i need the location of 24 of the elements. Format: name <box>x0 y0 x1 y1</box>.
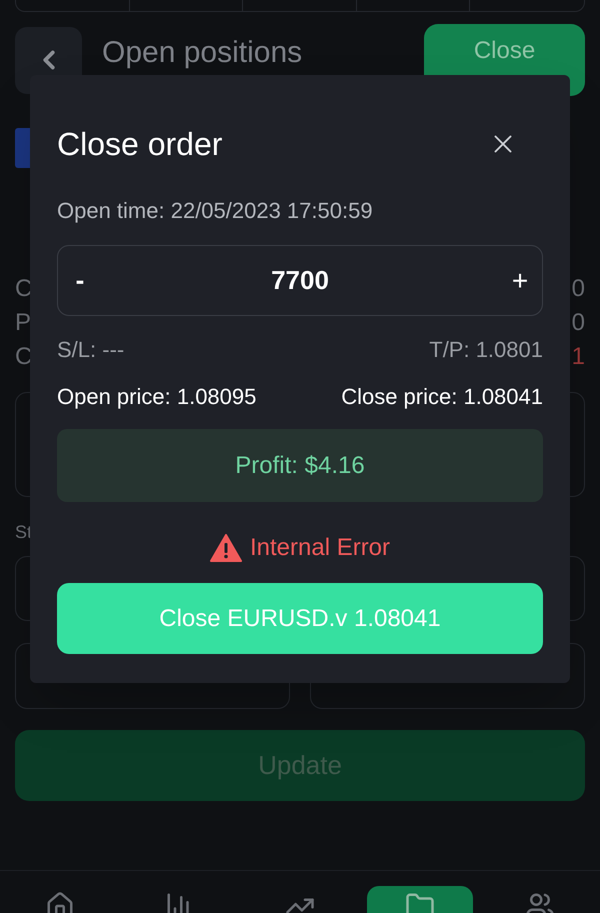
quantity-value: 7700 <box>271 264 329 297</box>
nav-tab[interactable] <box>367 886 473 913</box>
open-time: Open time: 22/05/2023 17:50:59 <box>57 197 374 225</box>
row-label: P <box>15 310 32 336</box>
decrease-button[interactable]: - <box>70 261 90 300</box>
stop-loss: S/L: --- <box>57 336 124 364</box>
home-icon <box>45 891 75 913</box>
row-value: 1 <box>572 344 585 370</box>
row-value: 0 <box>572 310 585 336</box>
row-label: C <box>15 344 32 370</box>
folder-icon <box>405 891 435 913</box>
profit-text: Profit: $4.16 <box>235 450 365 480</box>
row-value: 0 <box>572 276 585 302</box>
warning-icon <box>210 534 242 562</box>
open-price: Open price: 1.08095 <box>57 383 256 411</box>
error-message: Internal Error <box>250 533 390 563</box>
take-profit: T/P: 1.0801 <box>429 336 543 364</box>
dialog-title: Close order <box>57 125 222 164</box>
increase-button[interactable]: + <box>510 260 530 302</box>
people-icon <box>525 891 555 913</box>
quantity-field[interactable]: - 7700 + <box>57 245 543 316</box>
row-label: C <box>15 276 32 302</box>
page-title: Open positions <box>102 36 304 70</box>
close-price: Close price: 1.08041 <box>341 383 543 411</box>
